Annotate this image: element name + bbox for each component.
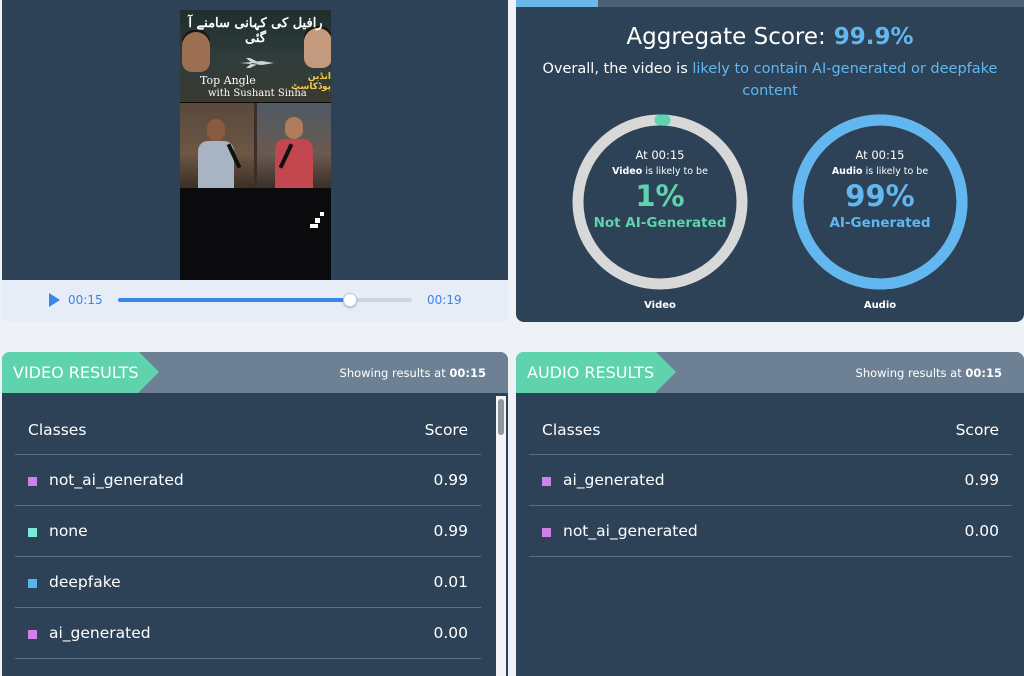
- scrollbar-thumb[interactable]: [498, 399, 504, 435]
- audio-gauge: At 00:15 Audio is likely to be 99% AI-Ge…: [790, 112, 970, 311]
- class-label: not_ai_generated: [49, 471, 184, 489]
- video-gauge-likely: Video is likely to be: [612, 166, 708, 177]
- audio-results-panel: AUDIO RESULTS Showing results at 00:15 C…: [516, 352, 1024, 676]
- studio-scene: [180, 103, 331, 188]
- player-controls: 00:15 00:19: [2, 280, 508, 322]
- audio-results-table: Classes Score ai_generated 0.99 not_ai_g…: [529, 415, 1012, 557]
- class-score: 0.99: [964, 471, 999, 489]
- class-score: 0.00: [964, 522, 999, 540]
- class-score: 0.99: [433, 522, 468, 540]
- video-gauge-verdict: Not AI-Generated: [593, 215, 727, 231]
- artifact-pixel: [315, 218, 320, 223]
- video-gauge-percent: 1%: [635, 179, 685, 213]
- video-gauge-time: At 00:15: [635, 148, 685, 162]
- artifact-pixel: [310, 224, 318, 228]
- audio-results-title: AUDIO RESULTS: [516, 352, 656, 393]
- seek-bar-progress: [118, 298, 351, 302]
- table-row: not_ai_generated 0.99: [15, 455, 481, 506]
- video-results-showing: Showing results at 00:15: [339, 366, 486, 380]
- column-classes: Classes: [28, 421, 87, 439]
- class-score: 0.00: [433, 624, 468, 642]
- video-frame[interactable]: رافیل کی کہانی سامنے آ گئی Top Angle انڈ…: [180, 10, 331, 280]
- video-gauge-caption: Video: [644, 300, 676, 311]
- artifact-pixel: [320, 212, 324, 216]
- class-score: 0.99: [433, 471, 468, 489]
- table-row: not_ai_generated 0.00: [529, 506, 1012, 557]
- aggregate-tab-stub: [516, 0, 598, 7]
- class-label: ai_generated: [49, 624, 151, 642]
- aggregate-title-label: Aggregate Score:: [626, 24, 826, 50]
- video-results-panel: VIDEO RESULTS Showing results at 00:15 C…: [2, 352, 508, 676]
- class-score: 0.01: [433, 573, 468, 591]
- column-classes: Classes: [542, 421, 601, 439]
- thumbnail-banner: رافیل کی کہانی سامنے آ گئی Top Angle انڈ…: [180, 10, 331, 102]
- total-time: 00:19: [427, 293, 462, 307]
- class-color-swatch: [28, 528, 37, 537]
- table-header: Classes Score: [529, 415, 1012, 455]
- jet-icon: [240, 58, 274, 68]
- video-player-panel: رافیل کی کہانی سامنے آ گئی Top Angle انڈ…: [2, 0, 508, 322]
- thumbnail-host: with Sushant Sinha: [208, 88, 307, 99]
- video-results-table: Classes Score not_ai_generated 0.99 none…: [15, 415, 481, 659]
- aggregate-topbar: [516, 0, 1024, 7]
- video-gauge: At 00:15 Video is likely to be 1% Not AI…: [570, 112, 750, 311]
- audio-gauge-percent: 99%: [845, 179, 915, 213]
- aggregate-title: Aggregate Score: 99.9%: [516, 24, 1024, 50]
- audio-results-showing: Showing results at 00:15: [855, 366, 1002, 380]
- class-color-swatch: [542, 477, 551, 486]
- audio-gauge-verdict: AI-Generated: [829, 215, 931, 231]
- thumbnail-urdu-title: رافیل کی کہانی سامنے آ گئی: [188, 16, 323, 46]
- class-color-swatch: [542, 528, 551, 537]
- table-header: Classes Score: [15, 415, 481, 455]
- video-results-title: VIDEO RESULTS: [2, 352, 139, 393]
- class-label: deepfake: [49, 573, 121, 591]
- tab-arrow: [656, 352, 676, 392]
- class-color-swatch: [28, 477, 37, 486]
- audio-gauge-caption: Audio: [863, 300, 897, 311]
- aggregate-score: 99.9%: [833, 24, 914, 50]
- class-color-swatch: [28, 630, 37, 639]
- class-color-swatch: [28, 579, 37, 588]
- table-row: ai_generated 0.99: [529, 455, 1012, 506]
- current-time: 00:15: [68, 293, 103, 307]
- seek-handle[interactable]: [343, 293, 358, 307]
- class-label: ai_generated: [563, 471, 665, 489]
- class-label: not_ai_generated: [563, 522, 698, 540]
- aggregate-desc-highlight: likely to contain AI-generated or deepfa…: [692, 61, 998, 99]
- column-score: Score: [424, 421, 468, 439]
- aggregate-desc-prefix: Overall, the video is: [542, 61, 688, 77]
- table-row: none 0.99: [15, 506, 481, 557]
- aggregate-description: Overall, the video is likely to contain …: [526, 58, 1014, 102]
- video-viewport[interactable]: رافیل کی کہانی سامنے آ گئی Top Angle انڈ…: [2, 0, 508, 280]
- guest-figure: [198, 119, 234, 188]
- video-gauge-content: At 00:15 Video is likely to be 1% Not AI…: [570, 148, 750, 231]
- class-label: none: [49, 522, 88, 540]
- audio-gauge-time: At 00:15: [855, 148, 905, 162]
- audio-gauge-content: At 00:15 Audio is likely to be 99% AI-Ge…: [790, 148, 970, 231]
- video-results-header: VIDEO RESULTS Showing results at 00:15: [2, 352, 508, 393]
- play-icon[interactable]: [49, 293, 60, 307]
- column-score: Score: [955, 421, 999, 439]
- table-row: deepfake 0.01: [15, 557, 481, 608]
- tab-arrow: [139, 352, 159, 392]
- video-results-scrollbar[interactable]: [496, 396, 506, 676]
- seek-bar[interactable]: [118, 293, 412, 307]
- host-figure: [275, 117, 313, 188]
- thumbnail-show-name: Top Angle: [200, 74, 256, 87]
- table-row: ai_generated 0.00: [15, 608, 481, 659]
- aggregate-panel: Aggregate Score: 99.9% Overall, the video…: [516, 0, 1024, 322]
- audio-results-header: AUDIO RESULTS Showing results at 00:15: [516, 352, 1024, 393]
- audio-gauge-likely: Audio is likely to be: [831, 166, 929, 177]
